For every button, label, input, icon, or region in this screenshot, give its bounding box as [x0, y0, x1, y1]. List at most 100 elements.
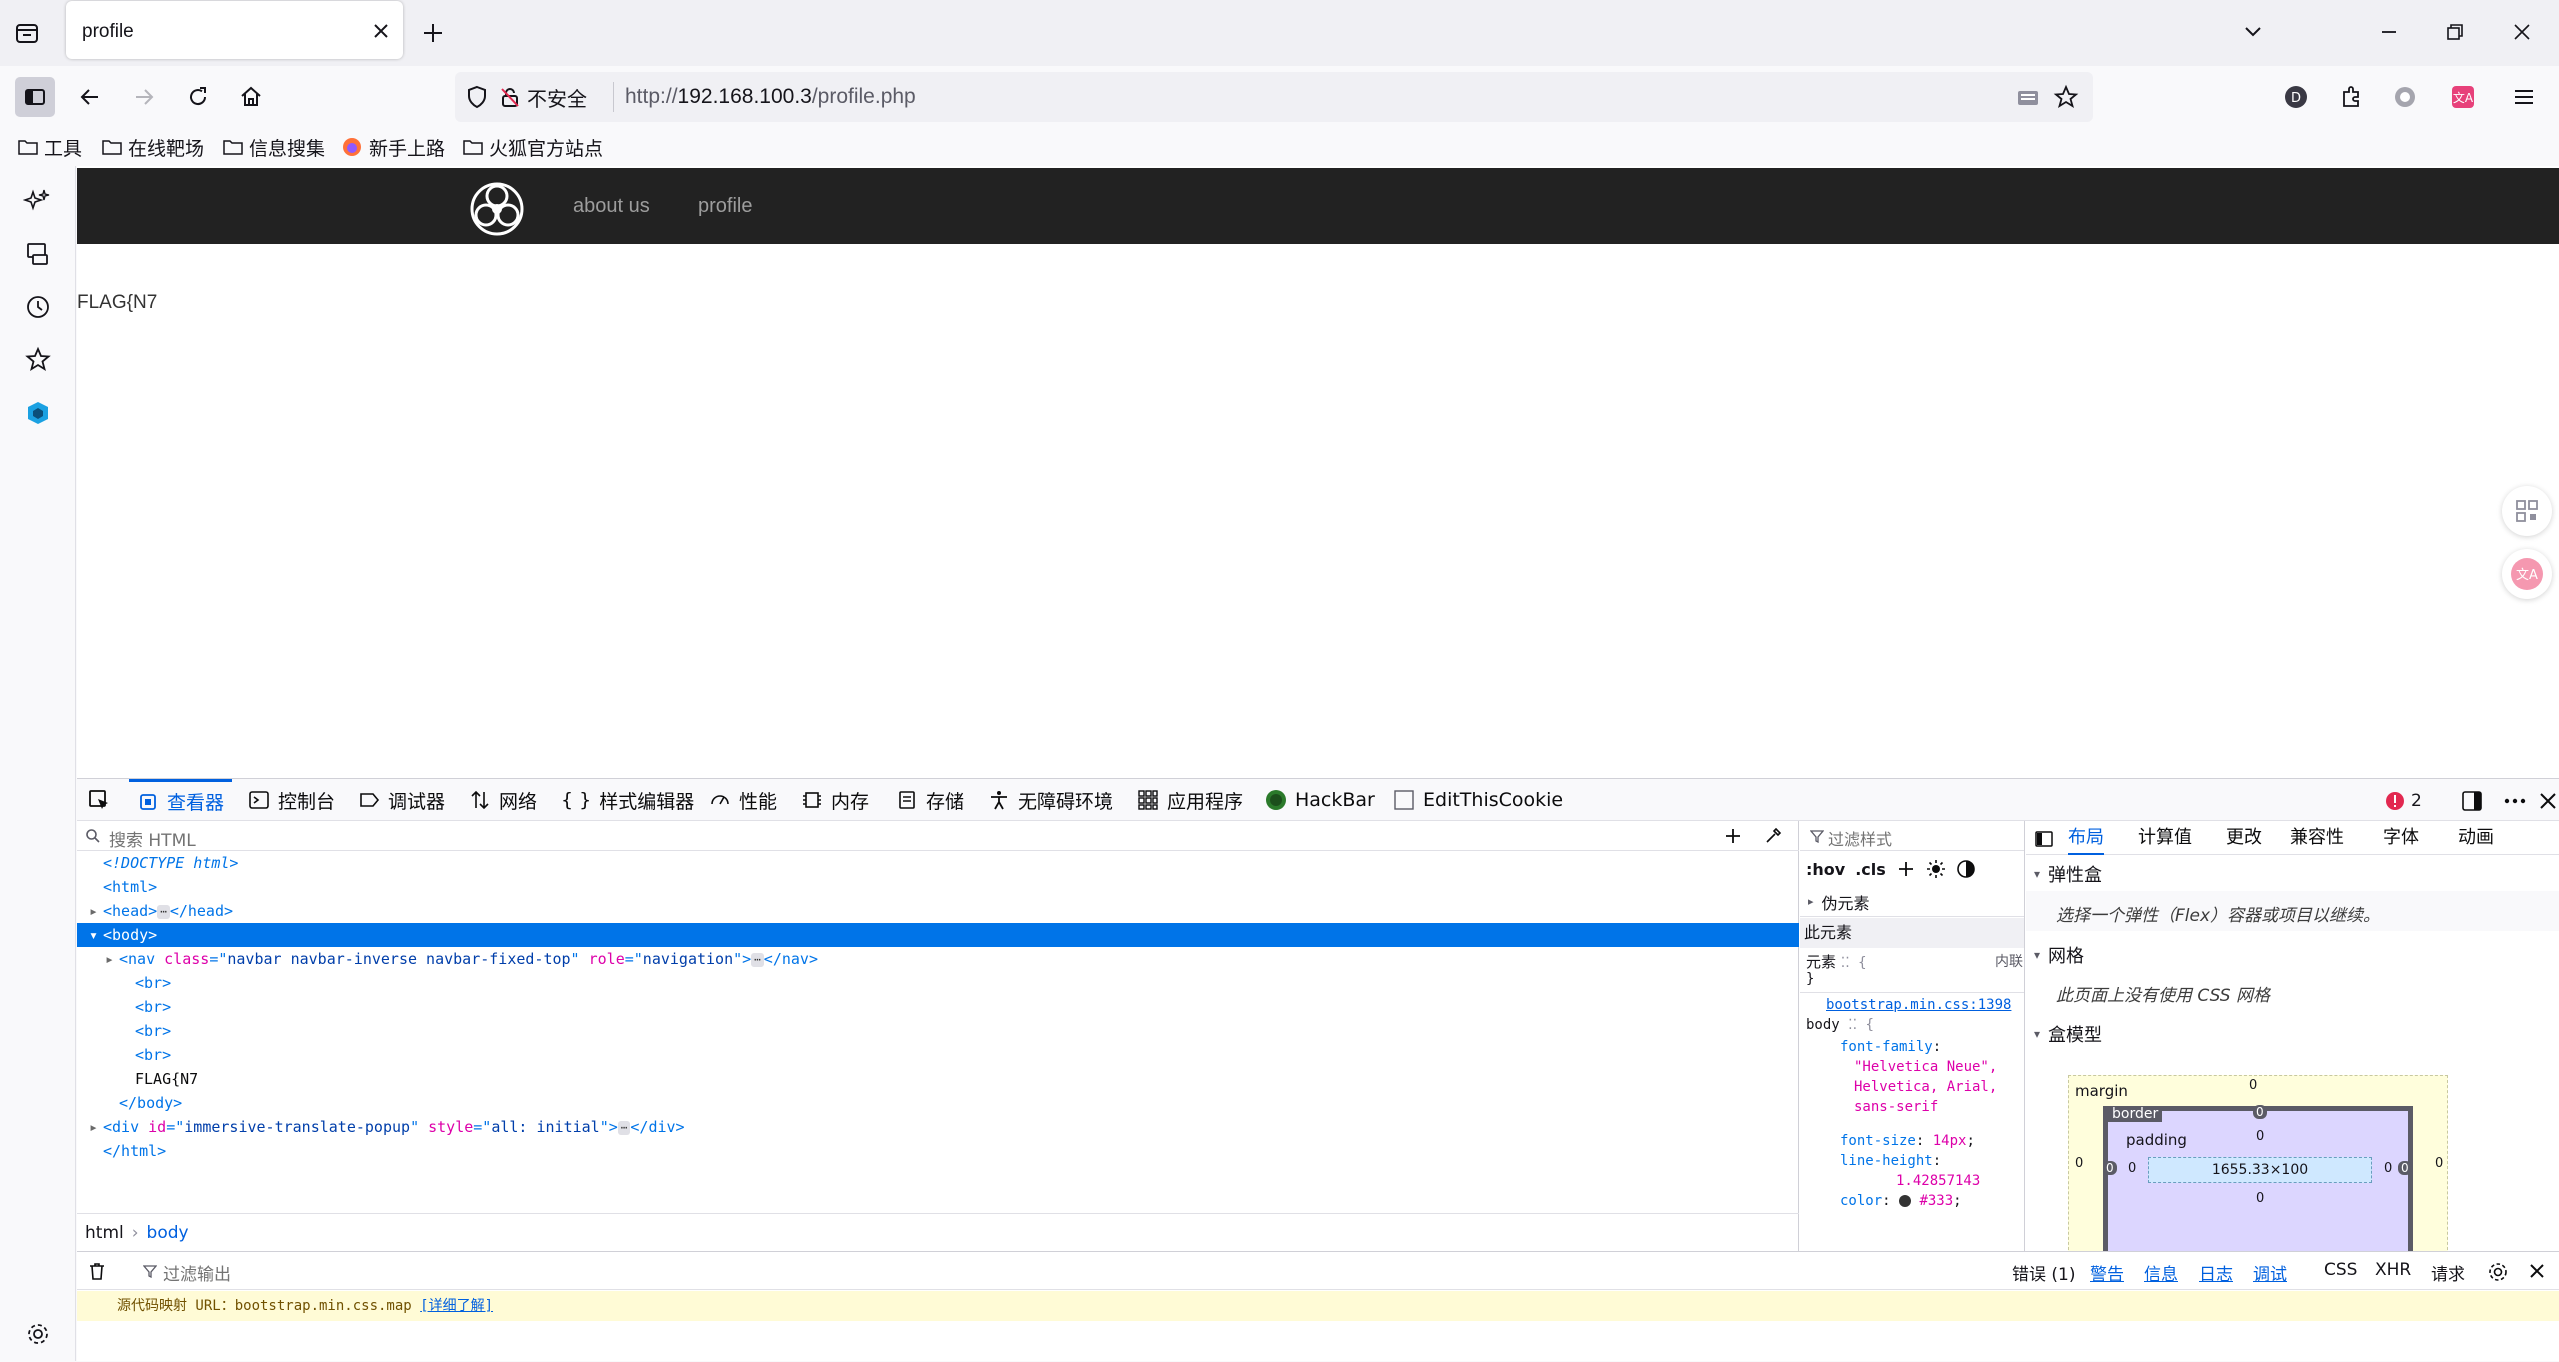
rules-filter-input[interactable]: 过滤样式 — [1828, 826, 1892, 850]
minimize-icon[interactable] — [2376, 19, 2402, 45]
tab-style-editor[interactable]: { } 样式编辑器 — [561, 779, 694, 821]
decl-color[interactable]: color: #333; — [1840, 1193, 1962, 1209]
filter-xhr[interactable]: XHR — [2375, 1260, 2411, 1280]
markup-body-selected[interactable]: ▾ <body> — [77, 923, 1799, 947]
add-node-icon[interactable] — [1723, 826, 1743, 846]
markup-div-popup[interactable]: ▸ <div id="immersive-translate-popup" sty… — [77, 1115, 1799, 1139]
tab-hackbar[interactable]: HackBar — [1265, 779, 1375, 821]
url-bar[interactable]: 不安全 http://192.168.100.3/profile.php — [455, 72, 2093, 122]
url-text[interactable]: http://192.168.100.3/profile.php — [625, 85, 916, 109]
bookmark-star-icon[interactable] — [2053, 84, 2079, 110]
grid-section-header[interactable]: ▾ 网格 — [2034, 942, 2084, 968]
element-picker-icon[interactable] — [87, 779, 115, 821]
error-counter[interactable]: 2 — [2385, 788, 2422, 814]
cls-toggle[interactable]: .cls — [1855, 860, 1886, 879]
home-icon[interactable] — [231, 77, 271, 117]
tab-performance[interactable]: 性能 — [709, 779, 777, 821]
box-model-border[interactable]: border 0 0 0 padding 0 0 0 1655.33×100 0 — [2103, 1105, 2413, 1251]
pseudo-elements-section[interactable]: ▸ 伪元素 — [1800, 887, 2024, 917]
markup-body-close[interactable]: </body> — [77, 1091, 1799, 1115]
browser-tab[interactable]: profile — [66, 1, 403, 59]
markup-nav[interactable]: ▸ <nav class="navbar navbar-inverse navba… — [77, 947, 1799, 971]
body-selector[interactable]: body ⁚⁚ { — [1806, 1017, 1874, 1033]
tab-debugger[interactable]: 调试器 — [358, 779, 445, 821]
tab-inspector[interactable]: 查看器 — [129, 779, 233, 821]
bookmark-folder-tools[interactable]: 工具 — [18, 134, 82, 160]
record-icon[interactable] — [2390, 82, 2420, 112]
extensions-icon[interactable] — [2336, 82, 2366, 112]
markup-br[interactable]: <br> — [77, 995, 1799, 1019]
tab-memory[interactable]: 内存 — [801, 779, 869, 821]
tab-network[interactable]: 网络 — [469, 779, 537, 821]
markup-html-close[interactable]: </html> — [77, 1139, 1799, 1163]
sidebar-toggle-icon[interactable] — [15, 77, 55, 117]
tab-storage[interactable]: 存储 — [896, 779, 964, 821]
plus-icon[interactable] — [420, 20, 446, 46]
biohazard-logo[interactable] — [465, 176, 529, 236]
translate-icon[interactable]: 文A — [2448, 82, 2478, 112]
sidebar-panel-icon[interactable] — [2034, 829, 2054, 849]
tab-list-icon[interactable] — [12, 18, 42, 48]
box-model-content[interactable]: 1655.33×100 — [2148, 1157, 2372, 1183]
add-rule-icon[interactable] — [1896, 859, 1916, 879]
history-icon[interactable] — [23, 292, 53, 322]
markup-br[interactable]: <br> — [77, 1043, 1799, 1067]
trash-icon[interactable] — [87, 1261, 107, 1281]
filter-warnings[interactable]: 警告 — [2090, 1260, 2124, 1285]
account-icon[interactable]: D — [2281, 82, 2311, 112]
tab-fonts[interactable]: 字体 — [2383, 821, 2419, 855]
box-model-margin[interactable]: margin 0 0 0 border 0 0 0 padding 0 0 0 … — [2068, 1075, 2448, 1251]
tab-computed[interactable]: 计算值 — [2138, 821, 2192, 855]
filter-requests[interactable]: 请求 — [2431, 1260, 2465, 1285]
nav-link-about[interactable]: about us — [573, 195, 650, 218]
markup-br[interactable]: <br> — [77, 971, 1799, 995]
element-rule[interactable]: 元素 ⁚⁚ { — [1806, 951, 1867, 972]
tab-compatibility[interactable]: 兼容性 — [2290, 821, 2344, 855]
tab-editthiscookie[interactable]: EditThisCookie — [1393, 779, 1563, 821]
extension-cube-icon[interactable] — [23, 398, 53, 428]
decl-font-size[interactable]: font-size: 14px; — [1840, 1133, 1975, 1149]
bookmark-getting-started[interactable]: 新手上路 — [341, 134, 445, 160]
box-model-section-header[interactable]: ▾ 盒模型 — [2034, 1021, 2102, 1047]
insecure-indicator[interactable]: 不安全 — [499, 85, 587, 111]
stylesheet-link[interactable]: bootstrap.min.css:1398 — [1826, 997, 2011, 1013]
filter-info[interactable]: 信息 — [2144, 1260, 2178, 1285]
tab-changes[interactable]: 更改 — [2226, 821, 2262, 855]
close-window-icon[interactable] — [2509, 19, 2535, 45]
markup-html-open[interactable]: <html> — [77, 875, 1799, 899]
translate-float-icon[interactable]: 文A — [2502, 549, 2552, 599]
reader-view-icon[interactable] — [2015, 84, 2041, 110]
nav-link-profile[interactable]: profile — [698, 195, 752, 218]
synced-tabs-icon[interactable] — [23, 239, 53, 269]
html-search-input[interactable]: 搜索 HTML — [109, 826, 196, 851]
bookmarks-star-icon[interactable] — [23, 345, 53, 375]
decl-line-height[interactable]: line-height: — [1840, 1153, 1941, 1169]
console-filter-input[interactable]: 过滤输出 — [163, 1260, 231, 1285]
hov-toggle[interactable]: :hov — [1806, 860, 1845, 879]
ai-sparkle-icon[interactable] — [23, 186, 53, 216]
close-icon[interactable] — [371, 21, 391, 41]
tab-accessibility[interactable]: 无障碍环境 — [988, 779, 1113, 821]
dark-mode-icon[interactable] — [1956, 859, 1976, 879]
console-settings-icon[interactable] — [2487, 1261, 2509, 1283]
markup-br[interactable]: <br> — [77, 1019, 1799, 1043]
back-icon[interactable] — [70, 77, 110, 117]
flexbox-section-header[interactable]: ▾ 弹性盒 — [2034, 861, 2102, 887]
learn-more-link[interactable]: [详细了解] — [420, 1298, 493, 1314]
tab-animations[interactable]: 动画 — [2458, 821, 2494, 855]
light-mode-icon[interactable] — [1926, 859, 1946, 879]
dock-side-icon[interactable] — [2460, 788, 2484, 814]
menu-icon[interactable] — [2509, 82, 2539, 112]
close-console-icon[interactable] — [2527, 1261, 2547, 1281]
gear-icon[interactable] — [24, 1320, 52, 1348]
color-swatch[interactable] — [1899, 1195, 1912, 1207]
filter-errors[interactable]: 错误 (1) — [2012, 1260, 2075, 1285]
bookmark-folder-range[interactable]: 在线靶场 — [102, 134, 204, 160]
decl-font-family[interactable]: font-family: "Helvetica Neue", Helvetica… — [1840, 1037, 2020, 1117]
eyedropper-icon[interactable] — [1763, 826, 1783, 846]
shield-icon[interactable] — [465, 85, 489, 109]
tab-console[interactable]: 控制台 — [248, 779, 335, 821]
bookmark-folder-recon[interactable]: 信息搜集 — [223, 134, 325, 160]
tab-layout[interactable]: 布局 — [2068, 821, 2104, 855]
markup-doctype[interactable]: <!DOCTYPE html> — [77, 851, 1799, 875]
